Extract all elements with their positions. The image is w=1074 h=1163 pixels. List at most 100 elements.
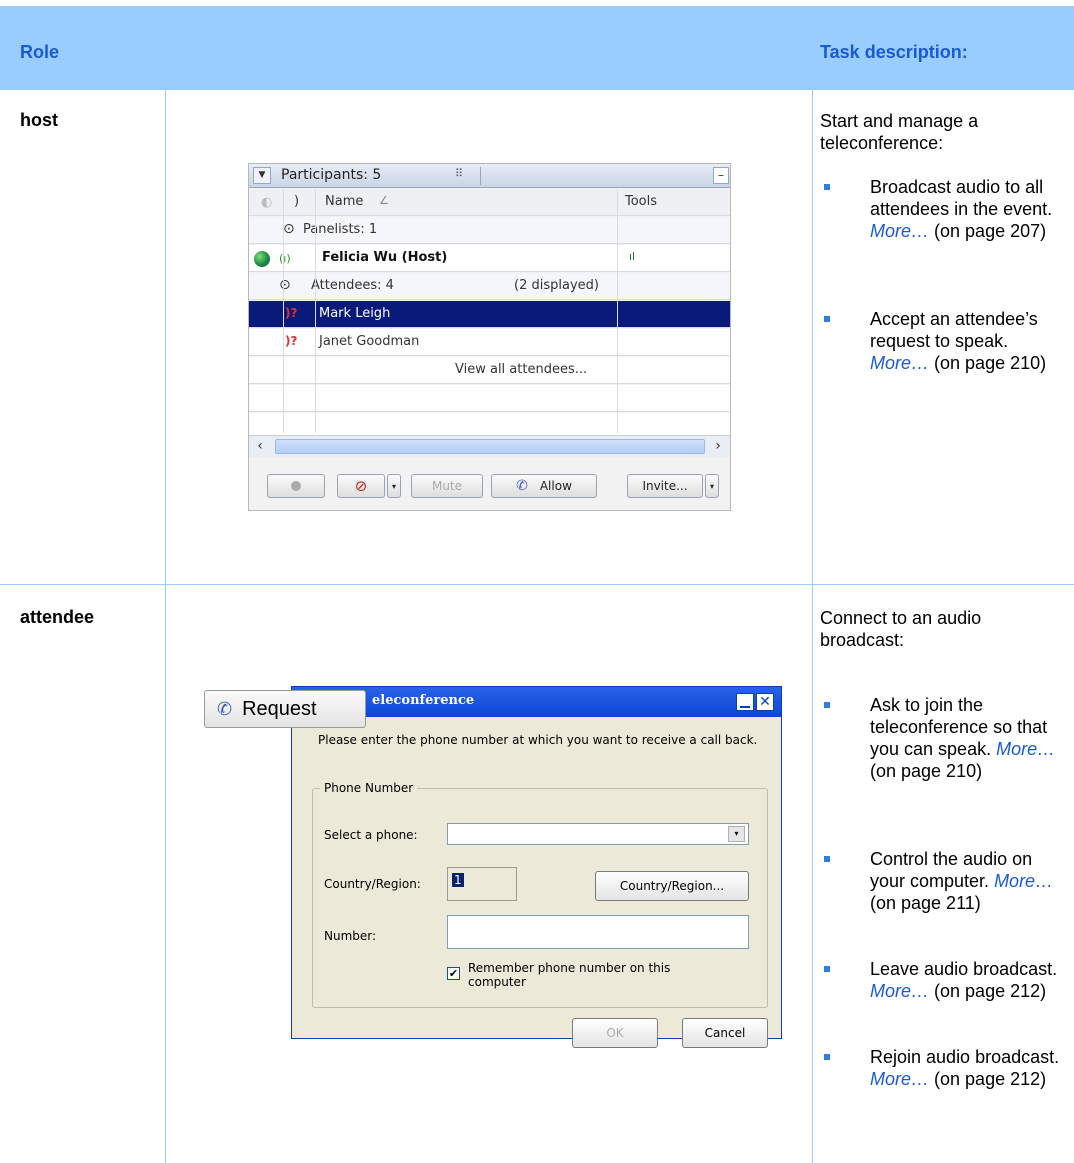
number-label: Number: bbox=[324, 929, 377, 943]
list-item: Rejoin audio broadcast. More… (on page 2… bbox=[820, 1046, 1060, 1112]
more-link[interactable]: More… bbox=[996, 739, 1055, 759]
view-all-link[interactable]: View all attendees... bbox=[455, 362, 587, 377]
collapse-group-icon[interactable]: ⊙ bbox=[279, 277, 291, 293]
globe-icon bbox=[254, 251, 270, 267]
bullet-text: Rejoin audio broadcast. bbox=[870, 1047, 1060, 1067]
table-row[interactable]: )? Janet Goodman bbox=[249, 329, 730, 356]
phone-icon: ✆ bbox=[516, 478, 528, 494]
chevron-down-icon: ▾ bbox=[709, 481, 714, 491]
column-line bbox=[617, 189, 618, 433]
grip-icon[interactable]: ⠿ bbox=[455, 167, 463, 180]
bullet-text: Accept an attendee’s request to speak. bbox=[870, 309, 1038, 351]
bullet-icon bbox=[824, 856, 830, 862]
table-row: View all attendees... bbox=[249, 357, 730, 384]
scroll-right-icon[interactable]: › bbox=[709, 438, 727, 455]
column-divider bbox=[812, 90, 813, 1163]
bullet-text: Broadcast audio to all attendees in the … bbox=[870, 177, 1053, 219]
invite-dropdown[interactable]: ▾ bbox=[705, 474, 719, 498]
horizontal-scrollbar[interactable]: ‹ › bbox=[249, 435, 730, 457]
column-divider bbox=[165, 90, 166, 1163]
number-input[interactable] bbox=[447, 915, 749, 949]
phone-select[interactable]: ▾ bbox=[447, 823, 749, 845]
host-name: Felicia Wu (Host) bbox=[322, 250, 448, 265]
panel-titlebar: ▼ Participants: 5 ⠿ – bbox=[249, 164, 730, 188]
ok-label: OK bbox=[606, 1026, 624, 1040]
table-row[interactable]: (ı) Felicia Wu (Host) ıl bbox=[249, 245, 730, 272]
invite-button[interactable]: Invite... bbox=[627, 474, 703, 498]
allow-button[interactable]: ✆ Allow bbox=[491, 474, 597, 498]
list-item: Leave audio broadcast. More… (on page 21… bbox=[820, 958, 1060, 1024]
feedback-dropdown[interactable]: ▾ bbox=[387, 474, 401, 498]
attendee-name: Janet Goodman bbox=[319, 334, 420, 349]
list-item: Broadcast audio to all attendees in the … bbox=[820, 176, 1060, 286]
chevron-down-icon[interactable]: ▾ bbox=[728, 826, 745, 842]
close-icon[interactable]: ✕ bbox=[756, 693, 774, 711]
table-header: Role Task description: bbox=[0, 6, 1074, 90]
cancel-button[interactable]: Cancel bbox=[682, 1018, 768, 1048]
sort-icon: ∠ bbox=[379, 194, 389, 207]
table-row[interactable]: )? Mark Leigh bbox=[249, 301, 730, 328]
collapse-group-icon[interactable]: ⊙ bbox=[283, 221, 295, 237]
cancel-label: Cancel bbox=[704, 1026, 746, 1040]
page-ref: (on page 210) bbox=[934, 353, 1047, 373]
request-button[interactable]: ✆ Request bbox=[204, 690, 366, 728]
raise-hand-icon: )? bbox=[285, 334, 298, 348]
more-link[interactable]: More… bbox=[870, 981, 929, 1001]
table-row bbox=[249, 385, 730, 412]
scroll-left-icon[interactable]: ‹ bbox=[251, 438, 269, 455]
request-label: Request bbox=[242, 697, 317, 720]
page-ref: (on page 207) bbox=[934, 221, 1047, 241]
remember-label: Remember phone number on this computer bbox=[468, 961, 671, 989]
minimize-icon[interactable]: – bbox=[713, 167, 729, 184]
more-link[interactable]: More… bbox=[870, 221, 929, 241]
column-line bbox=[283, 189, 284, 433]
remember-checkbox[interactable]: ✔ bbox=[447, 967, 460, 980]
attendee-name: Mark Leigh bbox=[319, 306, 391, 321]
bullet-icon bbox=[824, 702, 830, 708]
teleconference-dialog: eleconference ✕ Please enter the phone n… bbox=[291, 686, 782, 1048]
more-link[interactable]: More… bbox=[870, 1069, 929, 1089]
phone-icon: ✆ bbox=[217, 698, 233, 719]
participants-panel: ▼ Participants: 5 ⠿ – ◐ ) Name ∠ Tools ⊙… bbox=[248, 163, 731, 511]
ok-button[interactable]: OK bbox=[572, 1018, 658, 1048]
status-column-icon: ◐ bbox=[261, 195, 273, 210]
displayed-count: (2 displayed) bbox=[514, 278, 599, 293]
country-code-field[interactable]: 1 bbox=[447, 867, 517, 901]
bullet-icon bbox=[824, 966, 830, 972]
more-link[interactable]: More… bbox=[870, 353, 929, 373]
panel-title: Participants: 5 bbox=[281, 167, 382, 183]
invite-label: Invite... bbox=[642, 479, 688, 493]
row-divider bbox=[0, 584, 1074, 585]
name-column-header[interactable]: Name bbox=[325, 194, 363, 209]
select-phone-label: Select a phone: bbox=[324, 828, 418, 842]
more-link[interactable]: More… bbox=[994, 871, 1053, 891]
allow-label: Allow bbox=[539, 479, 572, 493]
role-host: host bbox=[20, 110, 58, 130]
host-intro: Start and manage a teleconference: bbox=[820, 111, 979, 153]
country-code-value: 1 bbox=[452, 873, 464, 887]
page-ref: (on page 210) bbox=[870, 761, 983, 781]
dialog-title: eleconference bbox=[372, 693, 475, 708]
attendees-label: Attendees: 4 bbox=[311, 278, 394, 293]
divider bbox=[480, 167, 481, 185]
tools-column-header[interactable]: Tools bbox=[625, 194, 657, 209]
country-region-button-label: Country/Region... bbox=[619, 879, 725, 893]
audio-column-icon: ) bbox=[294, 194, 300, 209]
bullet-icon bbox=[824, 1054, 830, 1060]
scroll-thumb[interactable] bbox=[275, 439, 705, 454]
page-ref: (on page 212) bbox=[934, 1069, 1047, 1089]
instructions-text: Please enter the phone number at which y… bbox=[318, 733, 758, 747]
page-ref: (on page 212) bbox=[934, 981, 1047, 1001]
role-column-header: Role bbox=[20, 42, 60, 62]
mute-button[interactable]: Mute bbox=[411, 474, 483, 498]
group-label: Phone Number bbox=[320, 781, 418, 795]
status-button[interactable] bbox=[267, 474, 325, 498]
collapse-icon[interactable]: ▼ bbox=[253, 167, 271, 184]
minimize-icon[interactable] bbox=[736, 693, 754, 711]
attendees-group-row[interactable]: ⊙ Attendees: 4 (2 displayed) bbox=[249, 273, 730, 300]
bullet-icon bbox=[824, 184, 830, 190]
checkmark-icon: ⊘ bbox=[354, 477, 368, 495]
feedback-button[interactable]: ⊘ bbox=[337, 474, 385, 498]
country-region-button[interactable]: Country/Region... bbox=[595, 871, 749, 901]
panelists-group-row[interactable]: ⊙ Panelists: 1 bbox=[249, 217, 730, 244]
